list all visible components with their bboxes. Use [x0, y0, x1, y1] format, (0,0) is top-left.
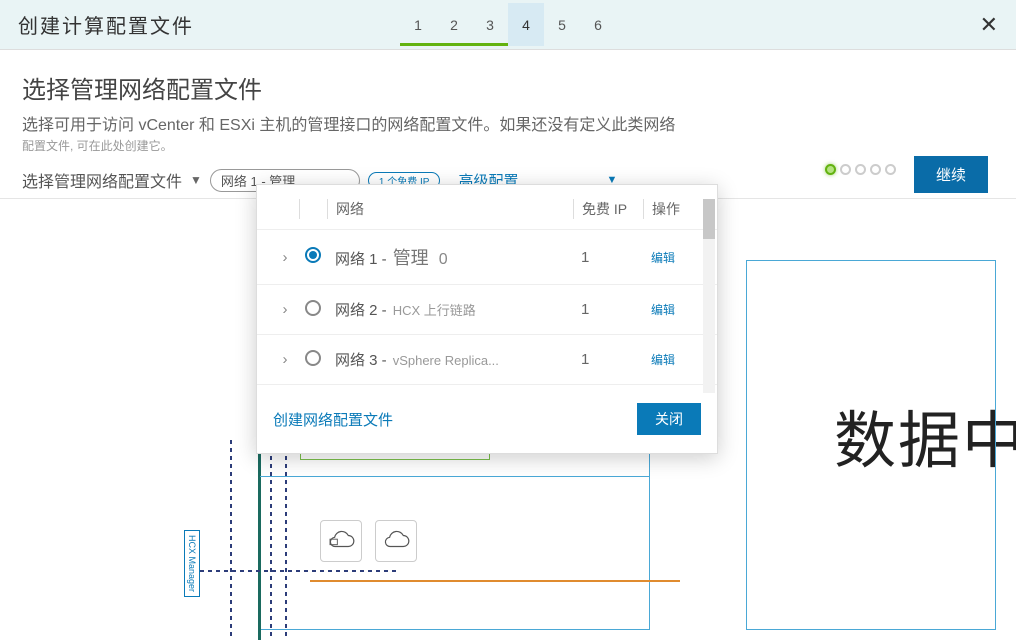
dot-1	[825, 164, 836, 175]
section-sub: 配置文件, 可在此处创建它。	[22, 137, 994, 154]
network-count: 0	[439, 251, 448, 269]
scrollbar-thumb[interactable]	[703, 199, 715, 239]
dropdown-body: › 网络 1 - 管理 0 1 编辑 › 网络 2 - HCX 上行链路 1 编…	[257, 230, 717, 385]
scrollbar[interactable]	[703, 199, 715, 393]
network-sub: 管理	[393, 244, 429, 270]
edit-link[interactable]: 编辑	[651, 353, 675, 367]
dot-4	[870, 164, 881, 175]
step-2[interactable]: 2	[436, 3, 472, 46]
network-row[interactable]: › 网络 1 - 管理 0 1 编辑	[257, 230, 717, 285]
expand-icon[interactable]: ›	[271, 249, 299, 266]
step-3[interactable]: 3	[472, 3, 508, 46]
dot-5	[885, 164, 896, 175]
radio-unselected[interactable]	[305, 300, 321, 316]
dropdown-footer: 创建网络配置文件 关闭	[257, 385, 717, 453]
col-header-network: 网络	[327, 199, 573, 219]
step-1[interactable]: 1	[400, 3, 436, 46]
select-label: 选择管理网络配置文件	[22, 168, 182, 192]
network-label: 网络 1 -	[335, 248, 387, 269]
network-profile-dropdown: 网络 免费 IP 操作 › 网络 1 - 管理 0 1 编辑 › 网络 2 - …	[256, 184, 718, 454]
network-row[interactable]: › 网络 3 - vSphere Replica... 1 编辑	[257, 335, 717, 385]
page-title: 创建计算配置文件	[18, 10, 194, 39]
free-ip-value: 1	[573, 351, 643, 368]
edit-link[interactable]: 编辑	[651, 303, 675, 317]
section-desc: 选择可用于访问 vCenter 和 ESXi 主机的管理接口的网络配置文件。如果…	[22, 111, 994, 135]
continue-button[interactable]: 继续	[914, 156, 988, 193]
step-4[interactable]: 4	[508, 3, 544, 46]
network-label: 网络 3 -	[335, 349, 387, 370]
compute-cloud-icon	[320, 520, 362, 562]
network-label: 网络 2 -	[335, 299, 387, 320]
radio-selected[interactable]	[305, 247, 321, 263]
step-6[interactable]: 6	[580, 3, 616, 46]
close-button[interactable]: 关闭	[637, 403, 701, 435]
step-5[interactable]: 5	[544, 3, 580, 46]
col-header-free-ip: 免费 IP	[573, 199, 643, 219]
create-network-profile-link[interactable]: 创建网络配置文件	[273, 409, 393, 430]
hcx-manager-label: HCX Manager	[184, 530, 200, 597]
free-ip-value: 1	[573, 301, 643, 318]
section-title: 选择管理网络配置文件	[22, 70, 994, 105]
col-header-action: 操作	[643, 199, 703, 219]
expand-icon[interactable]: ›	[271, 301, 299, 318]
progress-dots	[825, 164, 896, 175]
wizard-header: 创建计算配置文件 1 2 3 4 5 6 ✕	[0, 0, 1016, 50]
network-sub: vSphere Replica...	[393, 353, 499, 368]
dot-3	[855, 164, 866, 175]
dot-2	[840, 164, 851, 175]
edit-link[interactable]: 编辑	[651, 251, 675, 265]
network-row[interactable]: › 网络 2 - HCX 上行链路 1 编辑	[257, 285, 717, 335]
expand-icon[interactable]: ›	[271, 351, 299, 368]
chevron-down-icon[interactable]: ▼	[190, 173, 202, 187]
step-indicator: 1 2 3 4 5 6	[400, 3, 616, 46]
close-icon[interactable]: ✕	[980, 12, 998, 38]
diagram-container	[260, 450, 650, 630]
radio-unselected[interactable]	[305, 350, 321, 366]
topology-diagram: HCX Manager	[170, 440, 1016, 642]
free-ip-value: 1	[573, 249, 643, 266]
network-sub: HCX 上行链路	[393, 300, 476, 319]
dropdown-header: 网络 免费 IP 操作	[257, 185, 717, 230]
cloud-icon	[375, 520, 417, 562]
